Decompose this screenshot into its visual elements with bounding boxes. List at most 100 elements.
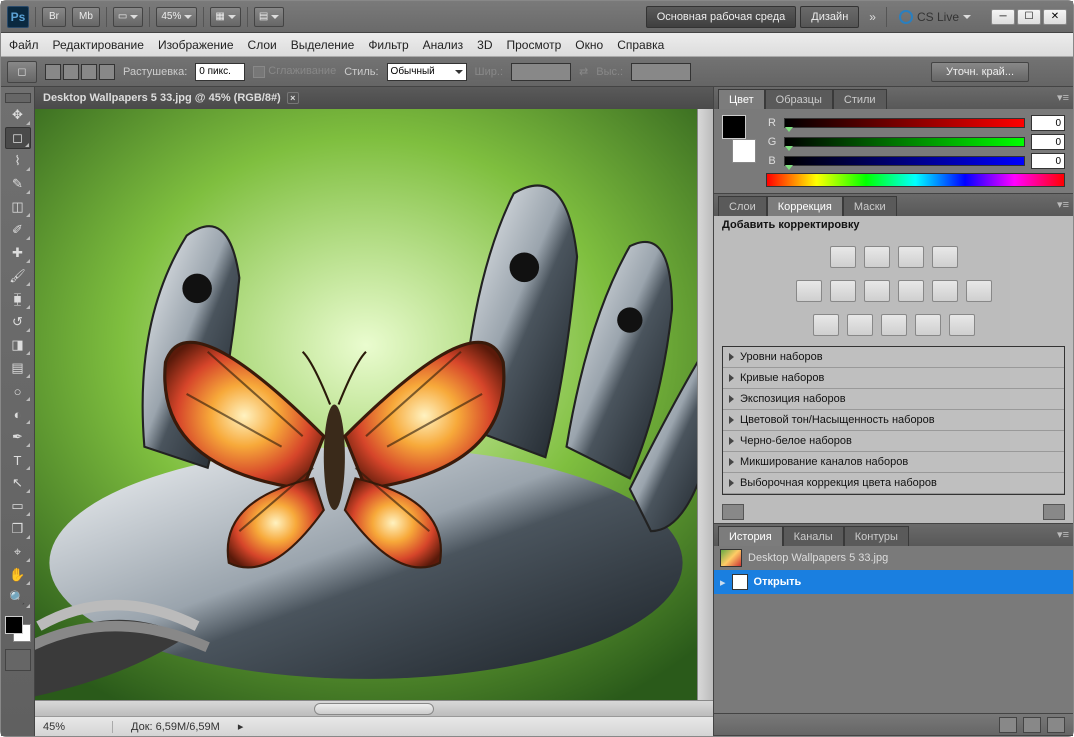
quick-mask-button[interactable] [5, 649, 31, 671]
refine-edge-button[interactable]: Уточн. край... [931, 62, 1029, 82]
adj-levels-icon[interactable] [864, 246, 890, 268]
3d-tool[interactable]: ❒ [5, 518, 31, 540]
selection-add-button[interactable] [63, 64, 79, 80]
bridge-button[interactable]: Br [42, 7, 66, 27]
new-snapshot-button[interactable] [1023, 717, 1041, 733]
minimize-button[interactable]: ─ [991, 9, 1015, 25]
history-step[interactable]: ▸ Открыть [714, 570, 1073, 594]
menu-edit[interactable]: Редактирование [53, 38, 144, 52]
r-input[interactable] [1031, 115, 1065, 131]
crop-tool[interactable]: ◫ [5, 196, 31, 218]
canvas[interactable] [35, 109, 697, 700]
menu-layers[interactable]: Слои [248, 38, 277, 52]
lasso-tool[interactable]: ⌇ [5, 150, 31, 172]
tab-history[interactable]: История [718, 526, 783, 546]
preset-item[interactable]: Уровни наборов [723, 347, 1064, 368]
new-doc-from-state-button[interactable] [999, 717, 1017, 733]
marquee-tool[interactable]: ◻ [5, 127, 31, 149]
panel-menu-icon[interactable]: ▾≡ [1057, 91, 1069, 104]
antialias-checkbox[interactable] [253, 66, 265, 78]
panel-menu-icon[interactable]: ▾≡ [1057, 528, 1069, 541]
g-slider[interactable] [784, 137, 1025, 147]
g-input[interactable] [1031, 134, 1065, 150]
zoom-tool[interactable]: 🔍 [5, 587, 31, 609]
menu-analysis[interactable]: Анализ [423, 38, 464, 52]
b-input[interactable] [1031, 153, 1065, 169]
preset-item[interactable]: Микширование каналов наборов [723, 452, 1064, 473]
workspace-essentials-button[interactable]: Основная рабочая среда [646, 6, 797, 28]
preset-item[interactable]: Кривые наборов [723, 368, 1064, 389]
adj-channelmixer-icon[interactable] [966, 280, 992, 302]
workspace-more-button[interactable]: » [863, 10, 882, 24]
path-select-tool[interactable]: ↖ [5, 472, 31, 494]
dodge-tool[interactable]: ◐ [5, 403, 31, 425]
type-tool[interactable]: T [5, 449, 31, 471]
adj-photofilter-icon[interactable] [932, 280, 958, 302]
eyedropper-tool[interactable]: ✐ [5, 219, 31, 241]
b-slider[interactable] [784, 156, 1025, 166]
adj-selective-icon[interactable] [949, 314, 975, 336]
style-select[interactable]: Обычный [387, 63, 467, 81]
panel-menu-icon[interactable]: ▾≡ [1057, 198, 1069, 211]
quick-select-tool[interactable]: ✎ [5, 173, 31, 195]
current-tool-indicator[interactable]: ◻ [7, 61, 37, 83]
history-brush-tool[interactable]: ↺ [5, 311, 31, 333]
menu-file[interactable]: Файл [9, 38, 39, 52]
delete-state-button[interactable] [1047, 717, 1065, 733]
zoom-dropdown[interactable]: 45% [156, 7, 197, 27]
menu-window[interactable]: Окно [575, 38, 603, 52]
adj-clip-icon[interactable] [1043, 504, 1065, 520]
adj-exposure-icon[interactable] [932, 246, 958, 268]
view-extras-dropdown[interactable]: ▦ [210, 7, 240, 27]
close-tab-button[interactable]: × [287, 92, 299, 104]
blur-tool[interactable]: ○ [5, 380, 31, 402]
adj-return-icon[interactable] [722, 504, 744, 520]
adj-colorbalance-icon[interactable] [864, 280, 890, 302]
tab-channels[interactable]: Каналы [783, 526, 844, 546]
feather-input[interactable] [195, 63, 245, 81]
selection-intersect-button[interactable] [99, 64, 115, 80]
menu-select[interactable]: Выделение [291, 38, 355, 52]
shape-tool[interactable]: ▭ [5, 495, 31, 517]
status-docinfo[interactable]: Док: 6,59M/6,59M [131, 721, 220, 733]
adj-vibrance-icon[interactable] [796, 280, 822, 302]
adj-gradientmap-icon[interactable] [915, 314, 941, 336]
color-swatches[interactable] [5, 616, 31, 642]
preset-item[interactable]: Цветовой тон/Насыщенность наборов [723, 410, 1064, 431]
menu-filter[interactable]: Фильтр [368, 38, 408, 52]
menu-view[interactable]: Просмотр [506, 38, 561, 52]
stamp-tool[interactable]: ⧯ [5, 288, 31, 310]
tab-masks[interactable]: Маски [843, 196, 897, 216]
arrange-dropdown[interactable]: ▤ [254, 7, 284, 27]
healing-tool[interactable]: ✚ [5, 242, 31, 264]
adj-invert-icon[interactable] [813, 314, 839, 336]
close-button[interactable]: ✕ [1043, 9, 1067, 25]
selection-new-button[interactable] [45, 64, 61, 80]
status-zoom[interactable]: 45% [43, 721, 113, 733]
adj-posterize-icon[interactable] [847, 314, 873, 336]
menu-help[interactable]: Справка [617, 38, 664, 52]
pen-tool[interactable]: ✒ [5, 426, 31, 448]
adj-brightness-icon[interactable] [830, 246, 856, 268]
selection-subtract-button[interactable] [81, 64, 97, 80]
history-snapshot[interactable]: Desktop Wallpapers 5 33.jpg [714, 546, 1073, 570]
cslive-dropdown[interactable]: CS Live [891, 10, 979, 24]
eraser-tool[interactable]: ◨ [5, 334, 31, 356]
screen-mode-dropdown[interactable]: ▭ [113, 7, 143, 27]
minibridge-button[interactable]: Mb [72, 7, 100, 27]
tab-layers[interactable]: Слои [718, 196, 767, 216]
adj-bw-icon[interactable] [898, 280, 924, 302]
r-slider[interactable] [784, 118, 1025, 128]
preset-item[interactable]: Выборочная коррекция цвета наборов [723, 473, 1064, 494]
toolbox-toggle[interactable] [5, 93, 31, 103]
tab-adjustments[interactable]: Коррекция [767, 196, 843, 216]
preset-item[interactable]: Экспозиция наборов [723, 389, 1064, 410]
adj-hue-icon[interactable] [830, 280, 856, 302]
move-tool[interactable]: ✥ [5, 104, 31, 126]
tab-styles[interactable]: Стили [833, 89, 887, 109]
maximize-button[interactable]: ☐ [1017, 9, 1041, 25]
horizontal-scrollbar[interactable] [35, 700, 713, 716]
3d-camera-tool[interactable]: ⌖ [5, 541, 31, 563]
status-arrow-icon[interactable]: ▸ [238, 720, 244, 733]
tab-paths[interactable]: Контуры [844, 526, 909, 546]
